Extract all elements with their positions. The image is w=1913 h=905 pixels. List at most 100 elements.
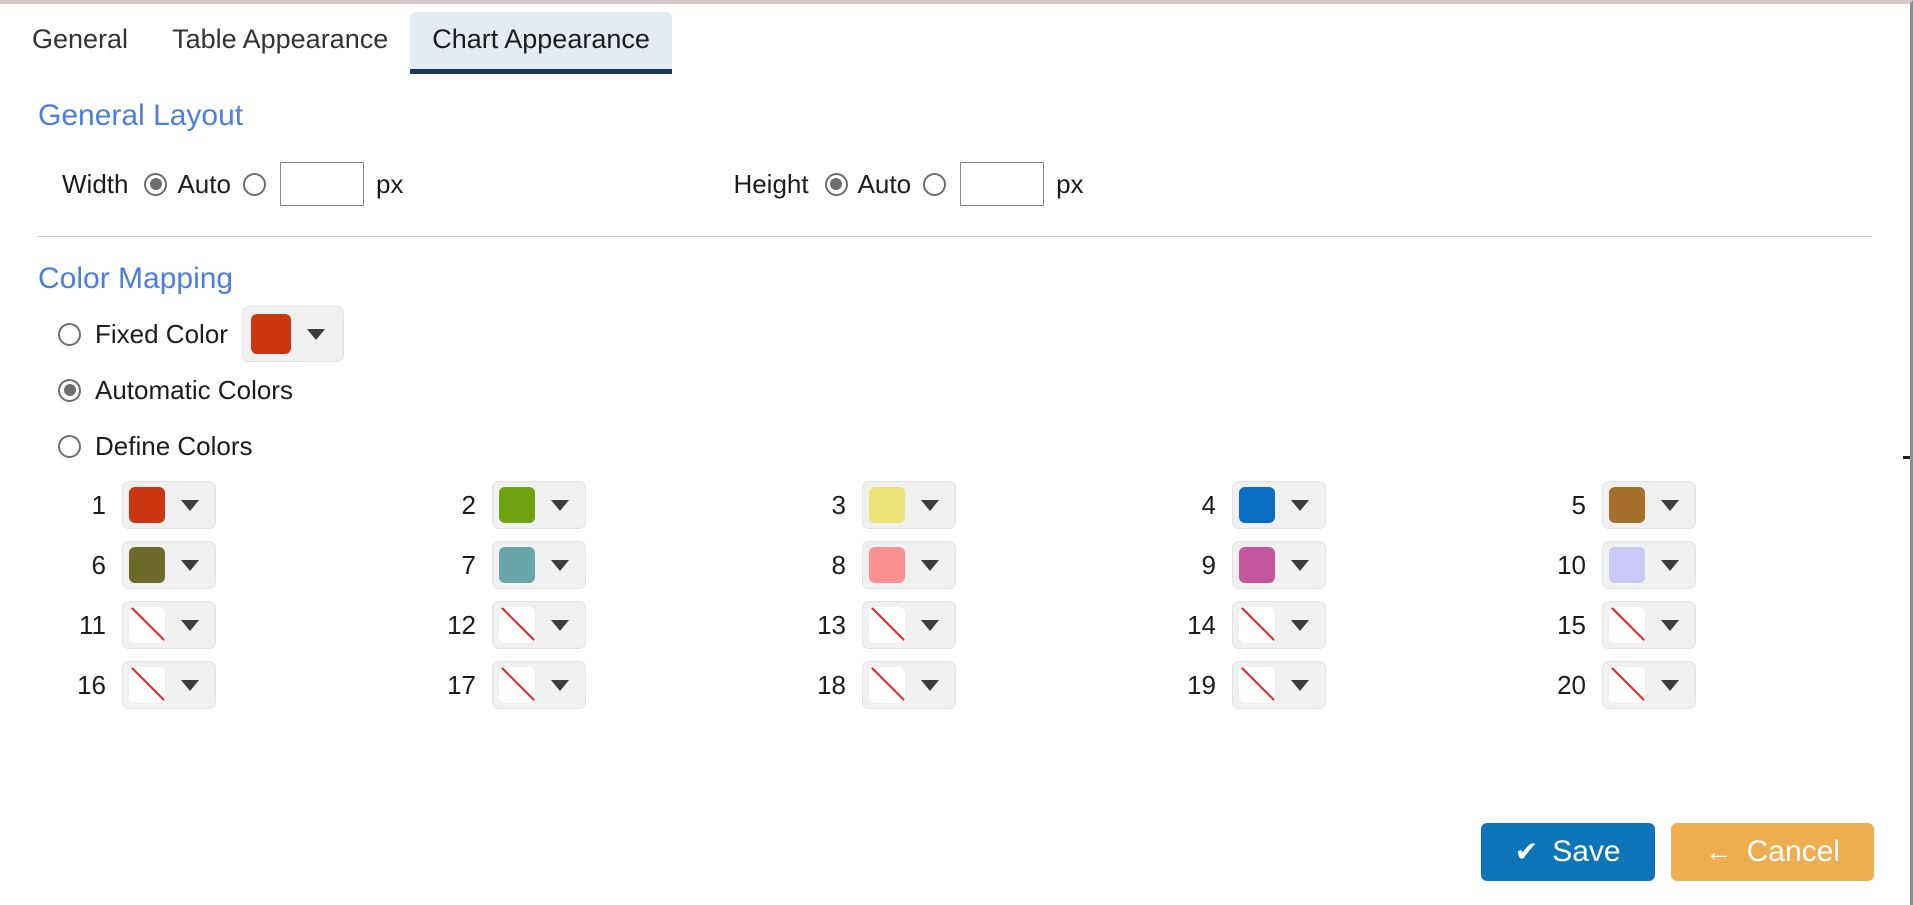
chevron-down-icon	[1291, 619, 1309, 631]
chevron-down-icon	[921, 499, 939, 511]
color-slot-index: 8	[831, 549, 846, 580]
color-swatch-20	[1609, 667, 1645, 703]
color-picker-6[interactable]	[122, 541, 216, 589]
chevron-down-icon	[1661, 499, 1679, 511]
color-slot-index: 9	[1201, 549, 1216, 580]
color-picker-14[interactable]	[1232, 601, 1326, 649]
color-slot-13: 13	[800, 601, 1170, 649]
color-swatch-9	[1239, 547, 1275, 583]
chevron-down-icon	[1661, 559, 1679, 571]
chevron-down-icon	[1661, 619, 1679, 631]
color-picker-5[interactable]	[1602, 481, 1696, 529]
color-slot-index: 5	[1571, 489, 1586, 520]
color-picker-4[interactable]	[1232, 481, 1326, 529]
define-colors-row: Define Colors	[0, 427, 1910, 465]
color-picker-10[interactable]	[1602, 541, 1696, 589]
color-slot-index: 11	[79, 609, 106, 640]
section-divider	[38, 236, 1872, 237]
chevron-down-icon	[1291, 679, 1309, 691]
color-slot-18: 18	[800, 661, 1170, 709]
tab-table-appearance[interactable]: Table Appearance	[150, 12, 410, 74]
fixed-color-swatch	[250, 314, 291, 354]
color-slot-15: 15	[1540, 601, 1910, 649]
define-colors-radio[interactable]	[58, 434, 81, 458]
color-picker-1[interactable]	[122, 481, 216, 529]
color-picker-19[interactable]	[1232, 661, 1326, 709]
width-custom-radio[interactable]	[242, 172, 266, 196]
color-picker-18[interactable]	[862, 661, 956, 709]
color-slot-index: 14	[1187, 609, 1216, 640]
color-slot-11: 11	[60, 601, 430, 649]
width-label: Width	[62, 168, 129, 199]
fixed-color-radio[interactable]	[58, 322, 81, 346]
color-slot-7: 7	[430, 541, 800, 589]
color-swatch-16	[129, 667, 165, 703]
color-swatch-grid: 1 2 3 4 5 6 7 8 9 10 11 12 13 14 15 16 17 18 19 20	[0, 481, 1910, 709]
right-edge-marker	[1903, 456, 1910, 459]
width-input[interactable]	[279, 162, 364, 206]
color-slot-8: 8	[800, 541, 1170, 589]
cancel-button[interactable]: ← Cancel	[1670, 823, 1874, 881]
automatic-colors-row: Automatic Colors	[0, 371, 1910, 409]
cancel-button-label: Cancel	[1746, 835, 1840, 868]
color-picker-17[interactable]	[492, 661, 586, 709]
color-slot-index: 15	[1557, 609, 1586, 640]
color-picker-9[interactable]	[1232, 541, 1326, 589]
chevron-down-icon	[1291, 559, 1309, 571]
arrow-left-icon: ←	[1704, 836, 1733, 867]
color-picker-13[interactable]	[862, 601, 956, 649]
color-swatch-14	[1239, 607, 1275, 643]
chevron-down-icon	[551, 679, 569, 691]
color-slot-9: 9	[1170, 541, 1540, 589]
height-unit-label: px	[1056, 168, 1084, 199]
automatic-colors-label: Automatic Colors	[95, 374, 293, 405]
tab-general[interactable]: General	[10, 12, 150, 74]
color-swatch-19	[1239, 667, 1275, 703]
chevron-down-icon	[181, 559, 199, 571]
chevron-down-icon	[921, 619, 939, 631]
save-button[interactable]: ✔ Save	[1480, 823, 1655, 881]
color-swatch-12	[499, 607, 535, 643]
chevron-down-icon	[306, 328, 325, 340]
general-layout-row: Width Auto px Height Auto px	[0, 156, 1910, 212]
color-picker-16[interactable]	[122, 661, 216, 709]
color-slot-index: 18	[817, 669, 846, 700]
color-slot-16: 16	[60, 661, 430, 709]
height-auto-radio[interactable]	[824, 172, 848, 196]
tab-chart-appearance[interactable]: Chart Appearance	[410, 12, 672, 74]
color-slot-index: 12	[447, 609, 476, 640]
color-swatch-4	[1239, 487, 1275, 523]
color-slot-index: 7	[461, 549, 476, 580]
fixed-color-picker[interactable]	[241, 306, 344, 362]
color-slot-17: 17	[430, 661, 800, 709]
color-swatch-17	[499, 667, 535, 703]
automatic-colors-radio[interactable]	[58, 378, 81, 402]
color-slot-index: 17	[447, 669, 476, 700]
color-slot-10: 10	[1540, 541, 1910, 589]
define-colors-label: Define Colors	[95, 430, 253, 461]
color-picker-3[interactable]	[862, 481, 956, 529]
general-layout-heading: General Layout	[38, 99, 244, 132]
color-picker-8[interactable]	[862, 541, 956, 589]
color-swatch-6	[129, 547, 165, 583]
color-picker-20[interactable]	[1602, 661, 1696, 709]
color-slot-3: 3	[800, 481, 1170, 529]
color-picker-7[interactable]	[492, 541, 586, 589]
chevron-down-icon	[181, 679, 199, 691]
color-picker-15[interactable]	[1602, 601, 1696, 649]
color-slot-4: 4	[1170, 481, 1540, 529]
color-swatch-15	[1609, 607, 1645, 643]
chevron-down-icon	[181, 619, 199, 631]
color-slot-14: 14	[1170, 601, 1540, 649]
color-picker-12[interactable]	[492, 601, 586, 649]
color-picker-2[interactable]	[492, 481, 586, 529]
color-slot-20: 20	[1540, 661, 1910, 709]
height-label: Height	[733, 168, 809, 199]
height-input[interactable]	[960, 162, 1045, 206]
color-slot-index: 19	[1187, 669, 1216, 700]
height-auto-label: Auto	[857, 168, 912, 199]
height-custom-radio[interactable]	[923, 172, 947, 196]
width-auto-radio[interactable]	[144, 172, 168, 196]
color-slot-5: 5	[1540, 481, 1910, 529]
color-picker-11[interactable]	[122, 601, 216, 649]
